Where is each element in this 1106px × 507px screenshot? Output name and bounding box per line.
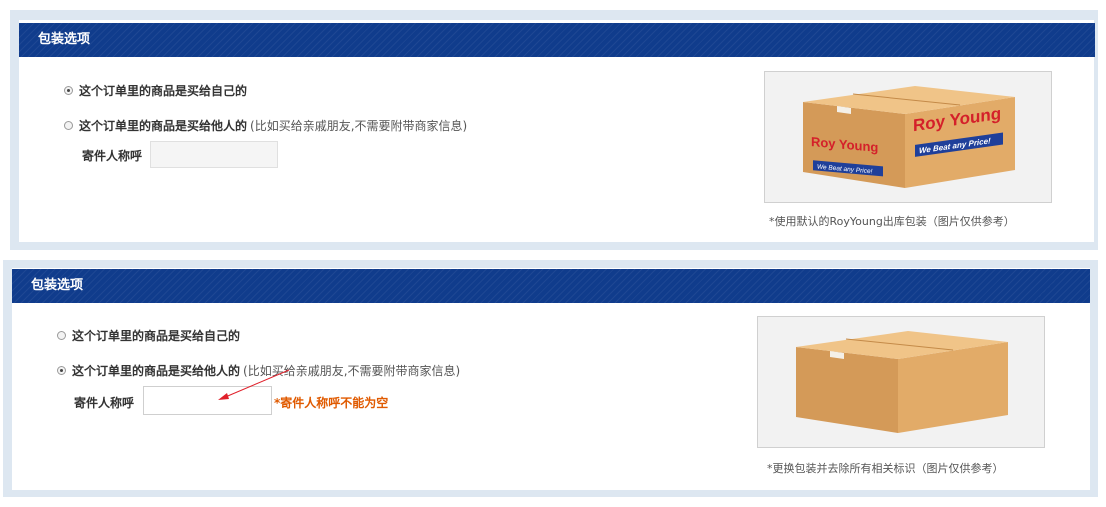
packaging-panel-neutral: 包装选项 这个订单里的商品是买给自己的 这个订单里的商品是买给他人的 (比如买给…: [3, 260, 1098, 497]
option-self[interactable]: 这个订单里的商品是买给自己的: [64, 82, 247, 99]
sender-label: 寄件人称呼: [74, 396, 135, 410]
branded-box-image-frame: Roy Young We Beat any Price! Roy Young W…: [764, 71, 1052, 203]
packaging-panel-default: 包装选项 这个订单里的商品是买给自己的 这个订单里的商品是买给他人的 (比如买给…: [10, 10, 1098, 250]
sender-label: 寄件人称呼: [82, 149, 143, 163]
plain-packaging-caption: *更换包装并去除所有相关标识（图片仅供参考）: [767, 462, 1004, 475]
radio-other[interactable]: [57, 366, 66, 375]
panel-header: 包装选项: [12, 269, 1090, 303]
option-self[interactable]: 这个订单里的商品是买给自己的: [57, 327, 240, 344]
option-self-label: 这个订单里的商品是买给自己的: [79, 84, 248, 98]
option-self-label: 这个订单里的商品是买给自己的: [72, 329, 241, 343]
plain-box-image: [796, 331, 1008, 433]
radio-self[interactable]: [64, 86, 73, 95]
option-other-note: (比如买给亲戚朋友,不需要附带商家信息): [250, 119, 468, 133]
option-other-label: 这个订单里的商品是买给他人的: [79, 119, 248, 133]
default-packaging-caption: *使用默认的RoyYoung出库包装（图片仅供参考）: [769, 215, 1015, 228]
annotation-arrow: [218, 369, 290, 400]
panel-header: 包装选项: [19, 23, 1095, 57]
radio-other[interactable]: [64, 121, 73, 130]
radio-self[interactable]: [57, 331, 66, 340]
option-other[interactable]: 这个订单里的商品是买给他人的 (比如买给亲戚朋友,不需要附带商家信息): [64, 117, 467, 134]
sender-name-input[interactable]: [150, 141, 278, 168]
plain-box-image-frame: [757, 316, 1045, 448]
branded-box-image: Roy Young We Beat any Price! Roy Young W…: [803, 86, 1015, 188]
